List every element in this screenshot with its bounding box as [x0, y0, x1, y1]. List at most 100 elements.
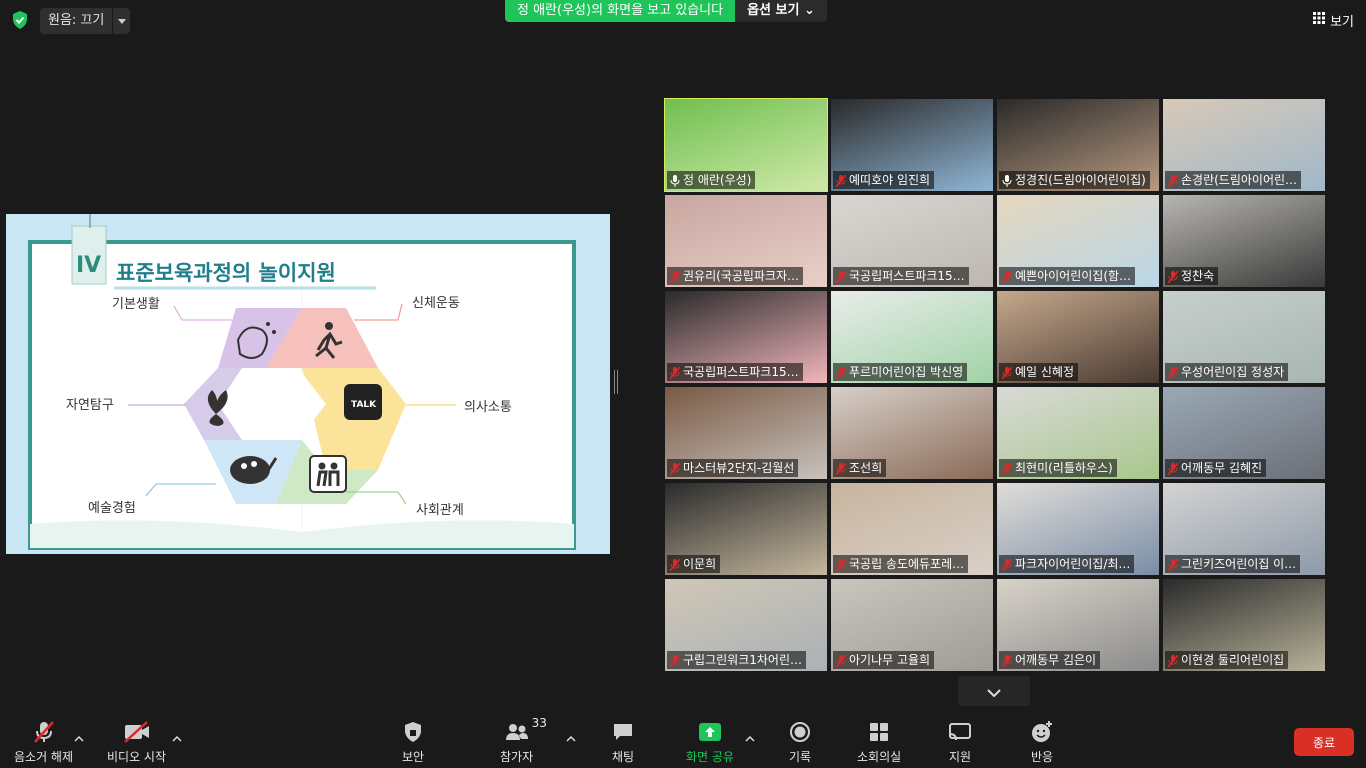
participant-name: 파크자이어린이집/최…	[999, 555, 1135, 573]
shared-screen-slide: IV 표준보육과정의 놀이지원 TALK 기본생활 신체운동 자연탐구 의사소통…	[6, 214, 610, 554]
chat-button[interactable]: 채팅	[612, 720, 634, 765]
participant-name: 국공립퍼스트파크15…	[667, 363, 803, 381]
participant-tile[interactable]: 국공립퍼스트파크15…	[665, 291, 827, 383]
participant-tile[interactable]: 이현경 둘리어린이집	[1163, 579, 1325, 671]
participant-name-text: 최현미(리틀하우스)	[1015, 461, 1113, 475]
muted-mic-icon	[669, 366, 681, 380]
muted-mic-icon	[1001, 462, 1013, 476]
muted-mic-icon	[1167, 366, 1179, 380]
label-social: 사회관계	[416, 503, 464, 518]
gallery-next-page-button[interactable]	[958, 676, 1030, 706]
participant-name-text: 국공립 송도에듀포레…	[849, 557, 965, 571]
participant-tile[interactable]: 그린키즈어린이집 이…	[1163, 483, 1325, 575]
muted-mic-icon	[1001, 654, 1013, 668]
encryption-shield-icon[interactable]	[10, 10, 30, 30]
participant-tile[interactable]: 국공립 송도에듀포레…	[831, 483, 993, 575]
participants-label: 참가자	[500, 750, 534, 764]
share-options-caret-icon[interactable]	[745, 728, 757, 742]
participant-name-text: 국공립퍼스트파크15…	[849, 269, 965, 283]
participant-name-text: 아기나무 고율희	[849, 653, 931, 667]
label-nature: 자연탐구	[66, 398, 114, 413]
audio-options-caret-icon[interactable]	[74, 728, 86, 742]
split-view-divider[interactable]	[614, 370, 618, 394]
muted-mic-icon	[669, 270, 681, 284]
support-label: 지원	[948, 750, 972, 764]
muted-mic-icon	[835, 174, 847, 188]
shield-icon	[402, 720, 424, 744]
participant-name: 예일 신혜정	[999, 363, 1079, 381]
participant-tile[interactable]: 아기나무 고율희	[831, 579, 993, 671]
muted-mic-icon	[1001, 558, 1013, 572]
participant-tile[interactable]: 권유리(국공립파크자…	[665, 195, 827, 287]
breakout-rooms-label: 소회의실	[857, 750, 902, 764]
participant-tile[interactable]: 예일 신혜정	[997, 291, 1159, 383]
participant-name-text: 국공립퍼스트파크15…	[683, 365, 799, 379]
participant-tile[interactable]: 마스터뷰2단지-김월선	[665, 387, 827, 479]
participant-name-text: 어깨동무 김혜진	[1181, 461, 1263, 475]
view-options-button[interactable]: 옵션 보기 ⌄	[735, 0, 827, 22]
participant-tile[interactable]: 정경진(드림아이어린이집)	[997, 99, 1159, 191]
participant-tile[interactable]: 조선희	[831, 387, 993, 479]
label-art: 예술경험	[88, 501, 136, 516]
participant-name-text: 파크자이어린이집/최…	[1015, 557, 1131, 571]
view-options-label: 옵션 보기	[747, 3, 800, 18]
participant-tile[interactable]: 국공립퍼스트파크15…	[831, 195, 993, 287]
muted-mic-icon	[669, 654, 681, 668]
participant-tile[interactable]: 최현미(리틀하우스)	[997, 387, 1159, 479]
participant-tile[interactable]: 정찬숙	[1163, 195, 1325, 287]
chevron-down-icon	[987, 682, 1001, 701]
participant-tile[interactable]: 푸르미어린이집 박신영	[831, 291, 993, 383]
chevron-down-icon[interactable]	[112, 8, 130, 34]
share-screen-button[interactable]: 화면 공유	[686, 720, 734, 765]
participants-icon: 33	[504, 716, 547, 744]
participant-tile[interactable]: 정 애란(우성)	[664, 98, 828, 192]
participant-tile[interactable]: 이문희	[665, 483, 827, 575]
participant-name-text: 그린키즈어린이집 이…	[1181, 557, 1297, 571]
muted-mic-icon	[669, 462, 681, 476]
muted-mic-icon	[1167, 654, 1179, 668]
original-sound-label[interactable]: 원음: 끄기	[40, 8, 112, 34]
muted-mic-icon	[835, 270, 847, 284]
start-video-button[interactable]: 비디오 시작	[107, 720, 166, 765]
participant-tile[interactable]: 예띠호야 임진희	[831, 99, 993, 191]
participants-button[interactable]: 33 참가자	[500, 716, 547, 765]
participants-options-caret-icon[interactable]	[566, 728, 578, 742]
participant-name: 정경진(드림아이어린이집)	[999, 171, 1150, 189]
participant-name: 우성어린이집 정성자	[1165, 363, 1289, 381]
reactions-button[interactable]: 반응	[1030, 720, 1054, 765]
participant-name-text: 예쁜아이어린이집(함…	[1015, 269, 1132, 283]
participant-tile[interactable]: 예쁜아이어린이집(함…	[997, 195, 1159, 287]
breakout-rooms-button[interactable]: 소회의실	[857, 720, 901, 765]
original-sound-toggle[interactable]: 원음: 끄기	[40, 8, 131, 34]
participant-tile[interactable]: 우성어린이집 정성자	[1163, 291, 1325, 383]
participant-name: 예쁜아이어린이집(함…	[999, 267, 1136, 285]
meeting-toolbar: 음소거 해제 비디오 시작 보안 33 참가자 채팅 화면 공유 기록 소회의실…	[0, 710, 1366, 768]
participant-tile[interactable]: 구립그린워크1차어린…	[665, 579, 827, 671]
video-options-caret-icon[interactable]	[172, 728, 184, 742]
record-icon	[789, 720, 811, 744]
record-button[interactable]: 기록	[789, 720, 811, 765]
participant-name: 그린키즈어린이집 이…	[1165, 555, 1301, 573]
participant-gallery: 정 애란(우성) 예띠호야 임진희 정경진(드림아이어린이집) 손경란(드림아이어린……	[663, 97, 1325, 671]
participant-tile[interactable]: 어깨동무 김혜진	[1163, 387, 1325, 479]
muted-mic-icon	[1167, 174, 1179, 188]
participant-name-text: 정경진(드림아이어린이집)	[1015, 173, 1146, 187]
talk-icon: TALK	[351, 400, 377, 410]
participant-tile[interactable]: 어깨동무 김은이	[997, 579, 1159, 671]
support-button[interactable]: 지원	[948, 720, 972, 765]
participant-tile[interactable]: 손경란(드림아이어린…	[1163, 99, 1325, 191]
label-basic-life: 기본생활	[112, 297, 160, 312]
view-button[interactable]: 보기	[1313, 10, 1354, 30]
end-meeting-button[interactable]: 종료	[1294, 728, 1354, 756]
participant-name: 국공립 송도에듀포레…	[833, 555, 969, 573]
unmute-button[interactable]: 음소거 해제	[14, 720, 73, 765]
muted-mic-icon	[669, 558, 681, 572]
participant-tile[interactable]: 파크자이어린이집/최…	[997, 483, 1159, 575]
muted-mic-icon	[835, 654, 847, 668]
video-off-icon	[123, 720, 151, 744]
unmute-label: 음소거 해제	[14, 750, 74, 764]
participant-name-text: 마스터뷰2단지-김월선	[683, 461, 795, 475]
security-button[interactable]: 보안	[402, 720, 424, 765]
muted-mic-icon	[1001, 270, 1013, 284]
participant-name: 조선희	[833, 459, 887, 477]
